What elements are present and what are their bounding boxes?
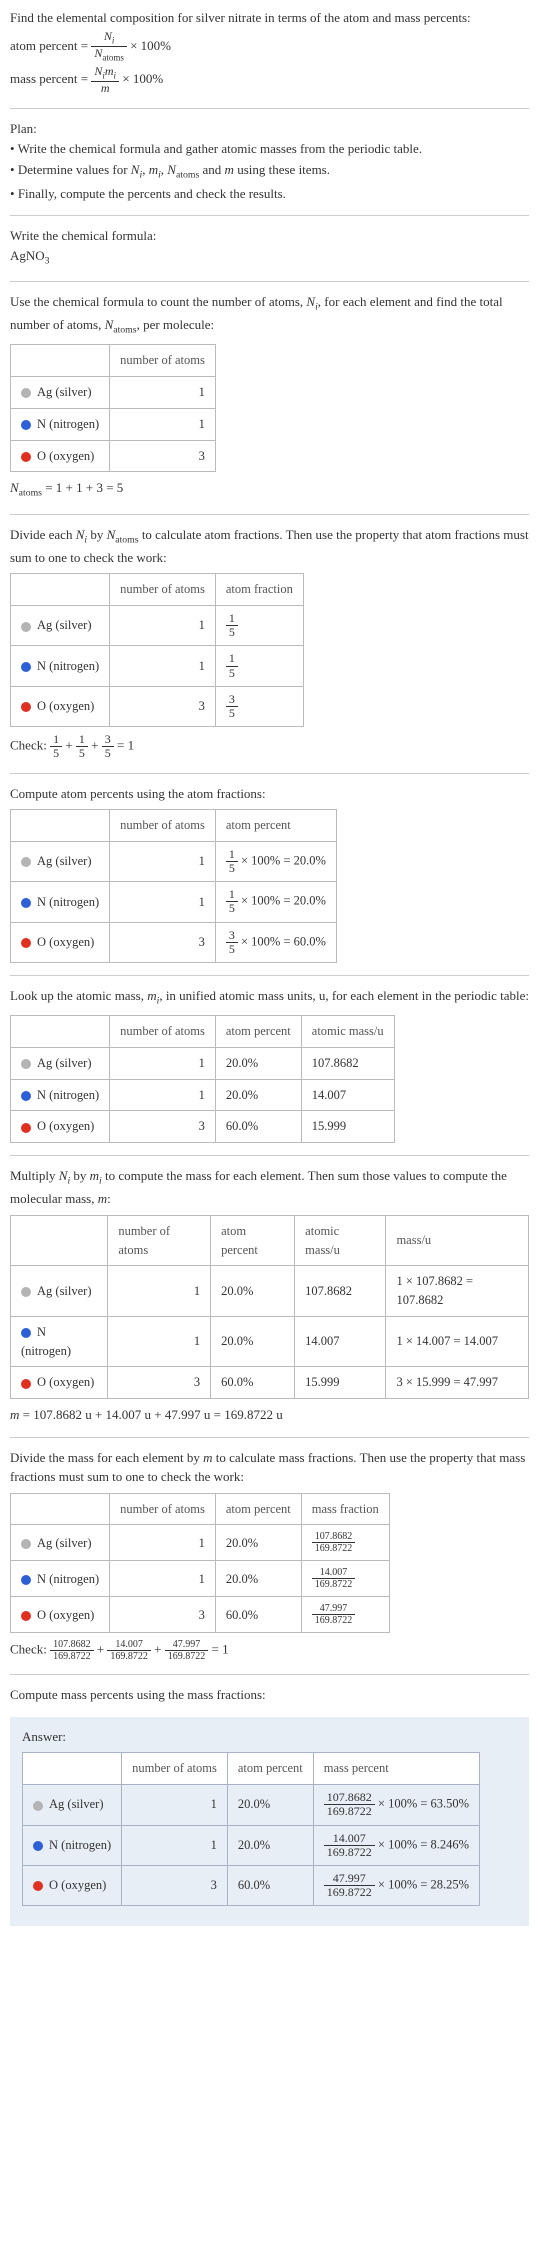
mass-percent-formula: mass percent = Nimi m × 100% bbox=[10, 65, 529, 95]
nitrogen-swatch-icon bbox=[21, 1328, 31, 1338]
atom-fractions-intro: Divide each Ni by Natoms to calculate at… bbox=[10, 525, 529, 568]
divider bbox=[10, 108, 529, 109]
table-row: O (oxygen)360.0%47.997169.8722 bbox=[11, 1597, 390, 1633]
mass-percent-lhs: mass percent = bbox=[10, 71, 88, 86]
table-row: Ag (silver)120.0%107.86821 × 107.8682 = … bbox=[11, 1266, 529, 1317]
divider bbox=[10, 215, 529, 216]
divider bbox=[10, 514, 529, 515]
answer-heading: Answer: bbox=[22, 1727, 517, 1747]
mass-fractions-table: number of atomsatom percentmass fraction… bbox=[10, 1493, 390, 1634]
nitrogen-swatch-icon bbox=[33, 1841, 43, 1851]
atomic-mass-table: number of atomsatom percentatomic mass/u… bbox=[10, 1015, 395, 1143]
atom-percents-table: number of atomsatom percent Ag (silver)1… bbox=[10, 809, 337, 963]
oxygen-swatch-icon bbox=[21, 938, 31, 948]
table-row: N (nitrogen)1 bbox=[11, 408, 216, 440]
plan-section: Plan: Write the chemical formula and gat… bbox=[10, 119, 529, 204]
molecular-mass-sum: m = 107.8682 u + 14.007 u + 47.997 u = 1… bbox=[10, 1405, 529, 1425]
table-row: Ag (silver)120.0%107.8682169.8722 × 100%… bbox=[23, 1785, 480, 1825]
table-row: Ag (silver)120.0%107.8682169.8722 bbox=[11, 1525, 390, 1561]
silver-swatch-icon bbox=[21, 1287, 31, 1297]
table-row: O (oxygen)360.0%15.9993 × 15.999 = 47.99… bbox=[11, 1367, 529, 1399]
mass-calc-table: number of atomsatom percentatomic mass/u… bbox=[10, 1215, 529, 1399]
nitrogen-swatch-icon bbox=[21, 1091, 31, 1101]
atom-percent-formula: atom percent = Ni Natoms × 100% bbox=[10, 30, 529, 64]
table-row: Ag (silver)115 × 100% = 20.0% bbox=[11, 841, 337, 881]
mass-calc-intro: Multiply Ni by mi to compute the mass fo… bbox=[10, 1166, 529, 1209]
silver-swatch-icon bbox=[21, 857, 31, 867]
count-atoms-section: Use the chemical formula to count the nu… bbox=[10, 292, 529, 502]
plan-item-1: Write the chemical formula and gather at… bbox=[10, 139, 529, 159]
divider bbox=[10, 1674, 529, 1675]
atom-fractions-table: number of atomsatom fraction Ag (silver)… bbox=[10, 573, 304, 727]
table-row: O (oxygen)360.0%15.999 bbox=[11, 1111, 395, 1143]
count-atoms-table: number of atoms Ag (silver)1 N (nitrogen… bbox=[10, 344, 216, 472]
table-row: O (oxygen)360.0%47.997169.8722 × 100% = … bbox=[23, 1865, 480, 1905]
table-row: N (nitrogen)120.0%14.007 bbox=[11, 1079, 395, 1111]
chemical-formula: AgNO3 bbox=[10, 246, 529, 269]
table-row: N (nitrogen)120.0%14.0071 × 14.007 = 14.… bbox=[11, 1316, 529, 1367]
table-row: N (nitrogen)120.0%14.007169.8722 bbox=[11, 1561, 390, 1597]
atom-percents-intro: Compute atom percents using the atom fra… bbox=[10, 784, 529, 804]
oxygen-swatch-icon bbox=[21, 1379, 31, 1389]
table-row: O (oxygen)335 bbox=[11, 686, 304, 726]
plan-item-2: Determine values for Ni, mi, Natoms and … bbox=[10, 160, 529, 183]
oxygen-swatch-icon bbox=[21, 702, 31, 712]
answer-box: Answer: number of atomsatom percentmass … bbox=[10, 1717, 529, 1926]
table-row: O (oxygen)335 × 100% = 60.0% bbox=[11, 922, 337, 962]
atomic-mass-section: Look up the atomic mass, mi, in unified … bbox=[10, 986, 529, 1143]
table-row: N (nitrogen)115 × 100% = 20.0% bbox=[11, 882, 337, 922]
table-row: Ag (silver)120.0%107.8682 bbox=[11, 1047, 395, 1079]
col-number-of-atoms: number of atoms bbox=[110, 345, 216, 377]
atomic-mass-intro: Look up the atomic mass, mi, in unified … bbox=[10, 986, 529, 1009]
n-atoms-sum: Natoms = 1 + 1 + 3 = 5 bbox=[10, 478, 529, 501]
divider bbox=[10, 1155, 529, 1156]
oxygen-swatch-icon bbox=[21, 452, 31, 462]
atom-percents-section: Compute atom percents using the atom fra… bbox=[10, 784, 529, 963]
silver-swatch-icon bbox=[21, 1059, 31, 1069]
divider bbox=[10, 1437, 529, 1438]
nitrogen-swatch-icon bbox=[21, 420, 31, 430]
write-formula-heading: Write the chemical formula: bbox=[10, 226, 529, 246]
mass-fractions-intro: Divide the mass for each element by m to… bbox=[10, 1448, 529, 1487]
silver-swatch-icon bbox=[33, 1801, 43, 1811]
nitrogen-swatch-icon bbox=[21, 898, 31, 908]
table-row: N (nitrogen)120.0%14.007169.8722 × 100% … bbox=[23, 1825, 480, 1865]
nitrogen-swatch-icon bbox=[21, 662, 31, 672]
silver-swatch-icon bbox=[21, 622, 31, 632]
atom-fractions-section: Divide each Ni by Natoms to calculate at… bbox=[10, 525, 529, 761]
silver-swatch-icon bbox=[21, 388, 31, 398]
divider bbox=[10, 773, 529, 774]
mass-percents-section: Compute mass percents using the mass fra… bbox=[10, 1685, 529, 1705]
mass-calc-section: Multiply Ni by mi to compute the mass fo… bbox=[10, 1166, 529, 1424]
times-100: × 100% bbox=[130, 37, 171, 52]
divider bbox=[10, 975, 529, 976]
mass-percents-intro: Compute mass percents using the mass fra… bbox=[10, 1685, 529, 1705]
atom-fractions-check: Check: 15 + 15 + 35 = 1 bbox=[10, 733, 529, 760]
table-row: O (oxygen)3 bbox=[11, 440, 216, 472]
table-row: Ag (silver)1 bbox=[11, 377, 216, 409]
mass-fractions-section: Divide the mass for each element by m to… bbox=[10, 1448, 529, 1663]
oxygen-swatch-icon bbox=[21, 1611, 31, 1621]
plan-item-3: Finally, compute the percents and check … bbox=[10, 184, 529, 204]
intro-section: Find the elemental composition for silve… bbox=[10, 8, 529, 96]
oxygen-swatch-icon bbox=[33, 1881, 43, 1891]
intro-text: Find the elemental composition for silve… bbox=[10, 8, 529, 28]
table-row: N (nitrogen)115 bbox=[11, 646, 304, 686]
silver-swatch-icon bbox=[21, 1539, 31, 1549]
plan-heading: Plan: bbox=[10, 119, 529, 139]
answer-table: number of atomsatom percentmass percent … bbox=[22, 1752, 480, 1906]
nitrogen-swatch-icon bbox=[21, 1575, 31, 1585]
atom-percent-lhs: atom percent = bbox=[10, 37, 88, 52]
table-row: Ag (silver)115 bbox=[11, 606, 304, 646]
count-atoms-intro: Use the chemical formula to count the nu… bbox=[10, 292, 529, 338]
write-formula-section: Write the chemical formula: AgNO3 bbox=[10, 226, 529, 269]
oxygen-swatch-icon bbox=[21, 1123, 31, 1133]
mass-fractions-check: Check: 107.8682169.8722 + 14.007169.8722… bbox=[10, 1639, 529, 1662]
divider bbox=[10, 281, 529, 282]
